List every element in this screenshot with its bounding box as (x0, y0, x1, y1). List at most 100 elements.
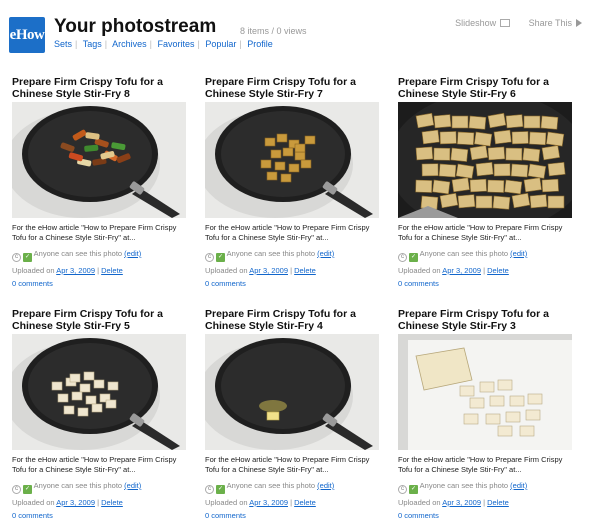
upload-info: Uploaded on Apr 3, 2009 | Delete (205, 498, 383, 507)
upload-info: Uploaded on Apr 3, 2009 | Delete (398, 498, 576, 507)
description-text: For the eHow article "How to Prepare Fir… (398, 455, 563, 474)
upload-info: Uploaded on Apr 3, 2009 | Delete (398, 266, 576, 275)
comments-link[interactable]: 0 comments (205, 279, 383, 288)
photo-thumbnail[interactable] (398, 334, 572, 450)
permission-text: Anyone can see this photo (226, 249, 316, 258)
photo-thumbnail[interactable] (205, 102, 379, 218)
description-text: For the eHow article "How to Prepare Fir… (398, 223, 563, 242)
description-text: For the eHow article "How to Prepare Fir… (12, 223, 177, 242)
permission-text: Anyone can see this photo (226, 481, 316, 490)
slideshow-link[interactable]: Slideshow (455, 18, 496, 28)
separator: | (290, 498, 293, 507)
uploaded-prefix: Uploaded on (205, 266, 248, 275)
photo-thumbnail[interactable] (205, 334, 379, 450)
photo-title[interactable]: Prepare Firm Crispy Tofu for a Chinese S… (398, 76, 576, 102)
upload-date-link[interactable]: Apr 3, 2009 (249, 266, 288, 275)
slideshow-icon[interactable] (500, 19, 511, 27)
nav-popular[interactable]: Popular (205, 39, 236, 49)
photo-card: Prepare Firm Crispy Tofu for a Chinese S… (12, 76, 190, 288)
photo-title[interactable]: Prepare Firm Crispy Tofu for a Chinese S… (398, 308, 576, 334)
description-text: For the eHow article "How to Prepare Fir… (12, 455, 177, 474)
photo-description: For the eHow article "How to Prepare Fir… (12, 223, 190, 243)
comments-link[interactable]: 0 comments (398, 279, 576, 288)
upload-date-link[interactable]: Apr 3, 2009 (442, 266, 481, 275)
comments-link[interactable]: 0 comments (12, 279, 190, 288)
upload-date-link[interactable]: Apr 3, 2009 (56, 266, 95, 275)
photo-title[interactable]: Prepare Firm Crispy Tofu for a Chinese S… (12, 308, 190, 334)
edit-permission-link[interactable]: (edit) (317, 249, 334, 258)
upload-info: Uploaded on Apr 3, 2009 | Delete (12, 498, 190, 507)
photo-card: Prepare Firm Crispy Tofu for a Chinese S… (12, 308, 190, 520)
permission-text: Anyone can see this photo (419, 249, 509, 258)
photostream-nav: Sets | Tags | Archives | Favorites | Popular… (54, 39, 273, 49)
comments-link[interactable]: 0 comments (398, 511, 576, 520)
public-icon: ✓ (409, 253, 418, 262)
edit-permission-link[interactable]: (edit) (124, 481, 141, 490)
nav-sets[interactable]: Sets (54, 39, 72, 49)
separator: | (97, 498, 100, 507)
comments-link[interactable]: 0 comments (205, 511, 383, 520)
edit-permission-link[interactable]: (edit) (124, 249, 141, 258)
uploaded-prefix: Uploaded on (12, 266, 55, 275)
delete-link[interactable]: Delete (101, 266, 123, 275)
creative-commons-icon: c (205, 485, 214, 494)
creative-commons-icon: c (12, 485, 21, 494)
photo-title[interactable]: Prepare Firm Crispy Tofu for a Chinese S… (205, 76, 383, 102)
photo-title[interactable]: Prepare Firm Crispy Tofu for a Chinese S… (12, 76, 190, 102)
upload-date-link[interactable]: Apr 3, 2009 (249, 498, 288, 507)
photo-thumbnail[interactable] (12, 102, 186, 218)
public-icon: ✓ (409, 485, 418, 494)
nav-separator: | (104, 39, 108, 49)
header-actions: Slideshow Share This (451, 18, 582, 28)
share-icon[interactable] (576, 19, 582, 27)
public-icon: ✓ (23, 253, 32, 262)
nav-profile[interactable]: Profile (247, 39, 273, 49)
nav-tags[interactable]: Tags (83, 39, 102, 49)
delete-link[interactable]: Delete (294, 266, 316, 275)
photo-thumbnail[interactable] (12, 334, 186, 450)
photo-permission: c ✓ Anyone can see this photo (edit) (12, 249, 190, 262)
description-text: For the eHow article "How to Prepare Fir… (205, 223, 370, 242)
nav-separator: | (149, 39, 152, 49)
delete-link[interactable]: Delete (101, 498, 123, 507)
separator: | (483, 266, 486, 275)
edit-permission-link[interactable]: (edit) (510, 249, 527, 258)
nav-separator: | (75, 39, 78, 49)
permission-text: Anyone can see this photo (33, 481, 123, 490)
uploaded-prefix: Uploaded on (398, 498, 441, 507)
photo-description: For the eHow article "How to Prepare Fir… (398, 223, 576, 243)
public-icon: ✓ (216, 253, 225, 262)
edit-permission-link[interactable]: (edit) (510, 481, 527, 490)
share-link[interactable]: Share This (529, 18, 572, 28)
upload-date-link[interactable]: Apr 3, 2009 (56, 498, 95, 507)
photo-description: For the eHow article "How to Prepare Fir… (12, 455, 190, 475)
uploaded-prefix: Uploaded on (398, 266, 441, 275)
upload-info: Uploaded on Apr 3, 2009 | Delete (12, 266, 190, 275)
photo-title[interactable]: Prepare Firm Crispy Tofu for a Chinese S… (205, 308, 383, 334)
photo-permission: c ✓ Anyone can see this photo (edit) (205, 249, 383, 262)
delete-link[interactable]: Delete (487, 498, 509, 507)
creative-commons-icon: c (398, 253, 407, 262)
photo-permission: c ✓ Anyone can see this photo (edit) (398, 481, 576, 494)
photo-card: Prepare Firm Crispy Tofu for a Chinese S… (205, 308, 383, 520)
creative-commons-icon: c (12, 253, 21, 262)
ehow-logo[interactable]: eHow (9, 17, 45, 53)
delete-link[interactable]: Delete (294, 498, 316, 507)
nav-archives[interactable]: Archives (112, 39, 147, 49)
upload-date-link[interactable]: Apr 3, 2009 (442, 498, 481, 507)
page-title: Your photostream (54, 16, 217, 37)
separator: | (97, 266, 100, 275)
nav-separator: | (239, 39, 242, 49)
photo-permission: c ✓ Anyone can see this photo (edit) (398, 249, 576, 262)
comments-link[interactable]: 0 comments (12, 511, 190, 520)
upload-info: Uploaded on Apr 3, 2009 | Delete (205, 266, 383, 275)
photo-thumbnail[interactable] (398, 102, 572, 218)
photo-description: For the eHow article "How to Prepare Fir… (398, 455, 576, 475)
photo-card: Prepare Firm Crispy Tofu for a Chinese S… (205, 76, 383, 288)
photo-description: For the eHow article "How to Prepare Fir… (205, 223, 383, 243)
description-text: For the eHow article "How to Prepare Fir… (205, 455, 370, 474)
delete-link[interactable]: Delete (487, 266, 509, 275)
nav-favorites[interactable]: Favorites (157, 39, 194, 49)
photo-description: For the eHow article "How to Prepare Fir… (205, 455, 383, 475)
edit-permission-link[interactable]: (edit) (317, 481, 334, 490)
